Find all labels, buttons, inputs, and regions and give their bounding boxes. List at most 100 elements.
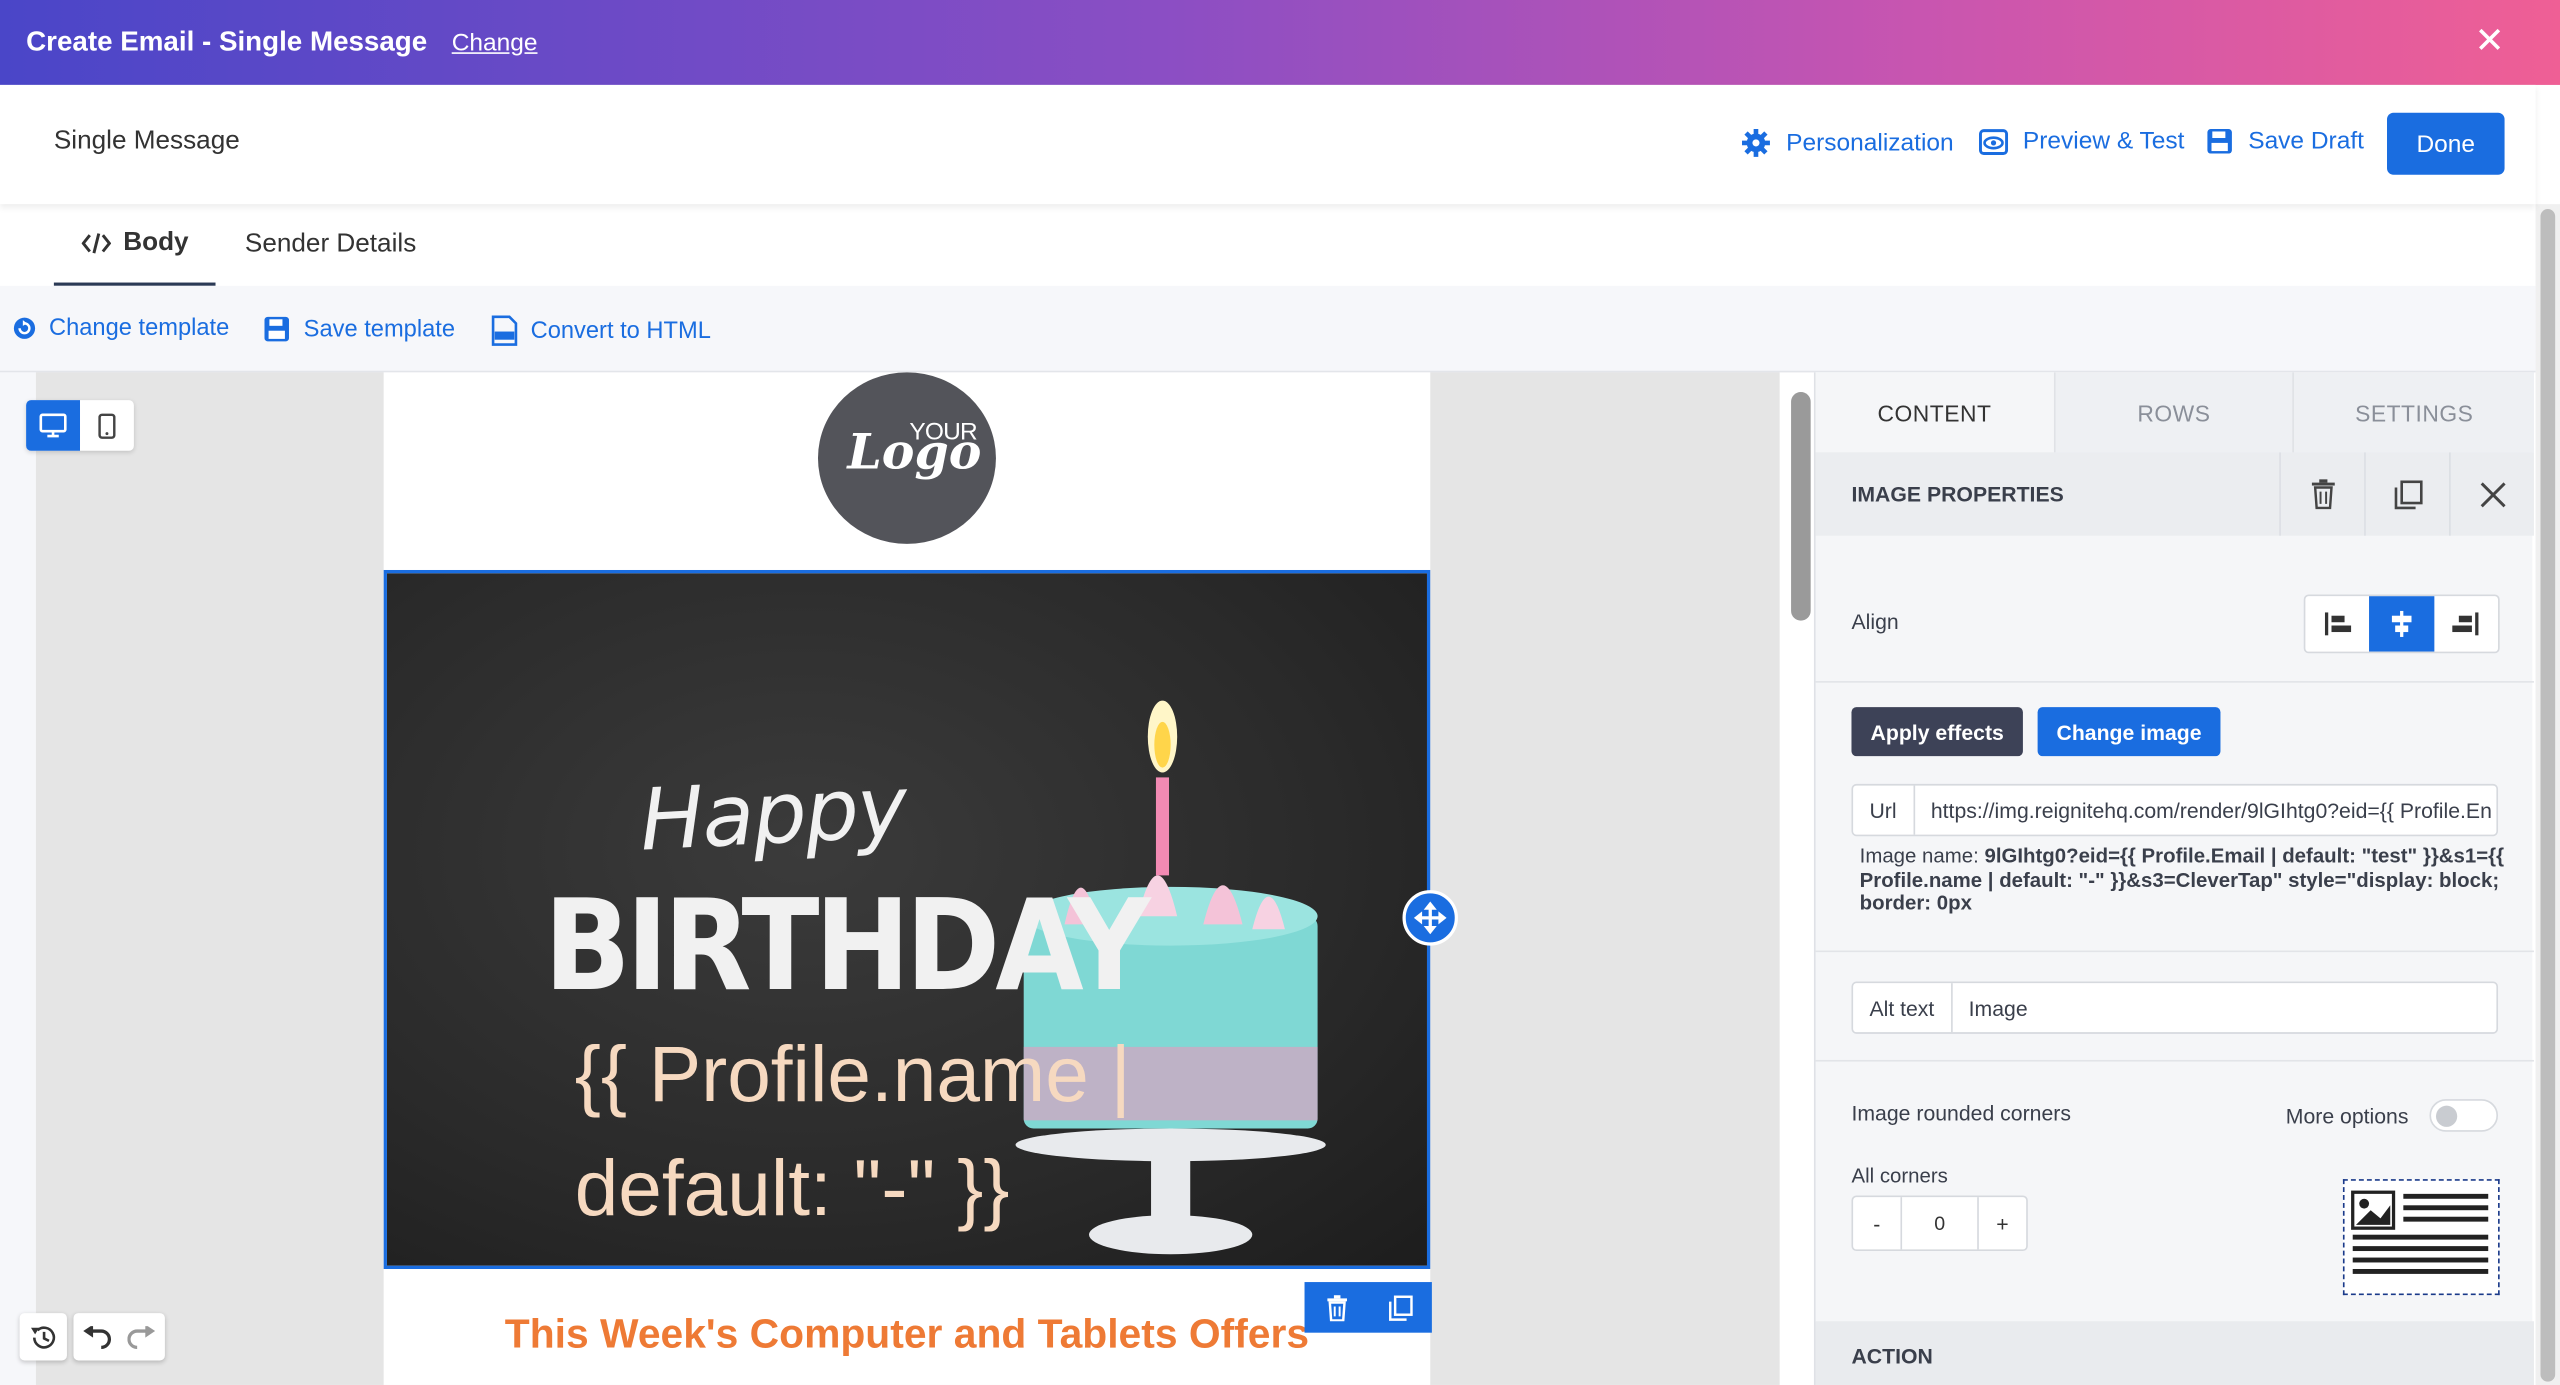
block-actions — [1304, 1282, 1432, 1333]
convert-html-button[interactable]: Convert to HTML — [491, 315, 711, 346]
align-buttons — [2303, 594, 2500, 654]
mobile-view-button[interactable] — [80, 400, 134, 451]
mobile-icon — [98, 412, 116, 439]
close-icon[interactable]: ✕ — [2474, 22, 2504, 59]
alt-text-field[interactable]: Alt text Image — [1851, 981, 2499, 1034]
floppy-icon — [264, 316, 289, 342]
hero-birthday-text: BIRTHDAY — [543, 872, 1151, 1020]
offers-heading[interactable]: This Week's Computer and Tablets Offers — [384, 1311, 1431, 1358]
done-button[interactable]: Done — [2387, 112, 2505, 175]
redo-button[interactable] — [119, 1313, 165, 1360]
undo-button[interactable] — [73, 1313, 119, 1360]
editor-tabs: Body Sender Details — [0, 204, 2536, 286]
template-toolbar: Change template Save template Convert to… — [0, 285, 2536, 373]
properties-panel: CONTENT ROWS SETTINGS IMAGE PROPERTIES A… — [1813, 372, 2534, 1385]
page-scrollbar[interactable] — [2535, 204, 2560, 1385]
more-options-label: More options — [2285, 1104, 2409, 1129]
corner-radius-input[interactable]: 0 — [1902, 1197, 1977, 1249]
delete-block-button[interactable] — [1305, 1282, 1369, 1333]
preview-test-button[interactable]: Preview & Test — [1978, 127, 2185, 156]
increment-button[interactable]: + — [1977, 1197, 2026, 1250]
code-icon — [80, 233, 111, 254]
save-draft-button[interactable]: Save Draft — [2206, 127, 2364, 155]
canvas-scrollbar[interactable] — [1791, 391, 1811, 621]
align-center-button[interactable] — [2369, 596, 2434, 652]
trash-icon — [1326, 1294, 1347, 1321]
logo-image[interactable]: YOUR Logo — [817, 372, 996, 544]
window-title: Create Email - Single Message — [26, 26, 428, 58]
undo-redo-group — [73, 1313, 165, 1361]
tab-rows[interactable]: ROWS — [2055, 372, 2295, 453]
duplicate-image-button[interactable] — [2364, 452, 2449, 536]
tab-body[interactable]: Body — [53, 204, 216, 286]
close-panel-button[interactable] — [2449, 452, 2534, 536]
duplicate-block-button[interactable] — [1368, 1282, 1432, 1333]
hero-image[interactable]: Happy BIRTHDAY {{ Profile.name | default… — [383, 569, 1431, 1269]
align-left-icon — [2324, 612, 2351, 636]
align-label: Align — [1851, 609, 1899, 634]
all-corners-label: All corners — [1851, 1164, 1948, 1188]
apply-effects-button[interactable]: Apply effects — [1851, 707, 2023, 757]
decrement-button[interactable]: - — [1853, 1197, 1903, 1250]
html-file-icon — [491, 315, 518, 346]
url-label: Url — [1853, 785, 1915, 835]
desktop-view-button[interactable] — [26, 400, 81, 451]
device-toggle — [26, 400, 134, 451]
hero-profile-line2: default: "-" }} — [574, 1146, 1010, 1234]
refresh-icon — [13, 317, 36, 339]
save-template-button[interactable]: Save template — [263, 315, 455, 343]
undo-icon — [83, 1325, 111, 1349]
align-left-button[interactable] — [2305, 596, 2369, 652]
image-properties-header: IMAGE PROPERTIES — [1815, 452, 2534, 536]
tab-sender-details[interactable]: Sender Details — [245, 204, 416, 286]
tab-body-label: Body — [123, 228, 189, 257]
section-title: IMAGE PROPERTIES — [1851, 481, 2064, 507]
personalization-label: Personalization — [1786, 129, 1954, 157]
save-template-label: Save template — [303, 316, 456, 343]
url-field[interactable]: Url https://img.reignitehq.com/render/9l… — [1851, 783, 2499, 837]
floppy-icon — [2207, 129, 2232, 154]
close-icon — [2479, 481, 2505, 507]
delete-image-button[interactable] — [2279, 452, 2364, 536]
eye-icon — [1978, 128, 2009, 155]
history-icon — [30, 1325, 55, 1348]
change-template-label: Change template — [48, 315, 230, 342]
trash-icon — [2311, 479, 2334, 510]
url-input[interactable]: https://img.reignitehq.com/render/9lGIht… — [1915, 798, 2497, 822]
copy-icon — [1388, 1294, 1412, 1321]
redo-icon — [127, 1325, 156, 1349]
tab-settings[interactable]: SETTINGS — [2295, 372, 2534, 452]
preview-label: Preview & Test — [2022, 127, 2185, 156]
personalization-button[interactable]: Personalization — [1740, 127, 1954, 158]
hero-happy-text: Happy — [637, 759, 909, 871]
email-preview: YOUR Logo Happy BIRTHDAY {{ Profile.name… — [383, 372, 1431, 1385]
page-title: Single Message — [53, 127, 240, 156]
more-options-toggle[interactable] — [2429, 1099, 2499, 1132]
header: Single Message Personalization Preview &… — [0, 84, 2536, 205]
change-link[interactable]: Change — [452, 29, 538, 57]
desktop-icon — [39, 413, 67, 438]
convert-html-label: Convert to HTML — [530, 317, 711, 344]
action-section: ACTION — [1815, 1321, 2534, 1385]
tab-content[interactable]: CONTENT — [1815, 372, 2056, 453]
image-name-info: Image name: 9lGIhtg0?eid={{ Profile.Emai… — [1860, 844, 2505, 915]
rounded-corners-label: Image rounded corners — [1851, 1100, 2071, 1126]
history-controls — [19, 1313, 165, 1361]
align-center-icon — [2391, 610, 2412, 637]
gear-icon — [1742, 128, 1770, 157]
change-template-button[interactable]: Change template — [13, 315, 229, 341]
image-text-preview-icon — [2351, 1190, 2489, 1274]
alt-text-input[interactable]: Image — [1952, 995, 2496, 1019]
action-title: ACTION — [1851, 1344, 1933, 1369]
corner-radius-stepper: - 0 + — [1851, 1195, 2028, 1252]
panel-tabs: CONTENT ROWS SETTINGS — [1815, 372, 2534, 453]
copy-icon — [2393, 479, 2422, 509]
align-right-icon — [2452, 612, 2479, 636]
change-image-button[interactable]: Change image — [2037, 707, 2221, 757]
align-right-button[interactable] — [2434, 596, 2498, 652]
history-button[interactable] — [19, 1313, 67, 1361]
canvas-left-gutter — [0, 372, 36, 1385]
save-draft-label: Save Draft — [2248, 127, 2364, 156]
tab-sender-label: Sender Details — [244, 230, 417, 259]
move-handle-icon[interactable] — [1402, 890, 1459, 946]
